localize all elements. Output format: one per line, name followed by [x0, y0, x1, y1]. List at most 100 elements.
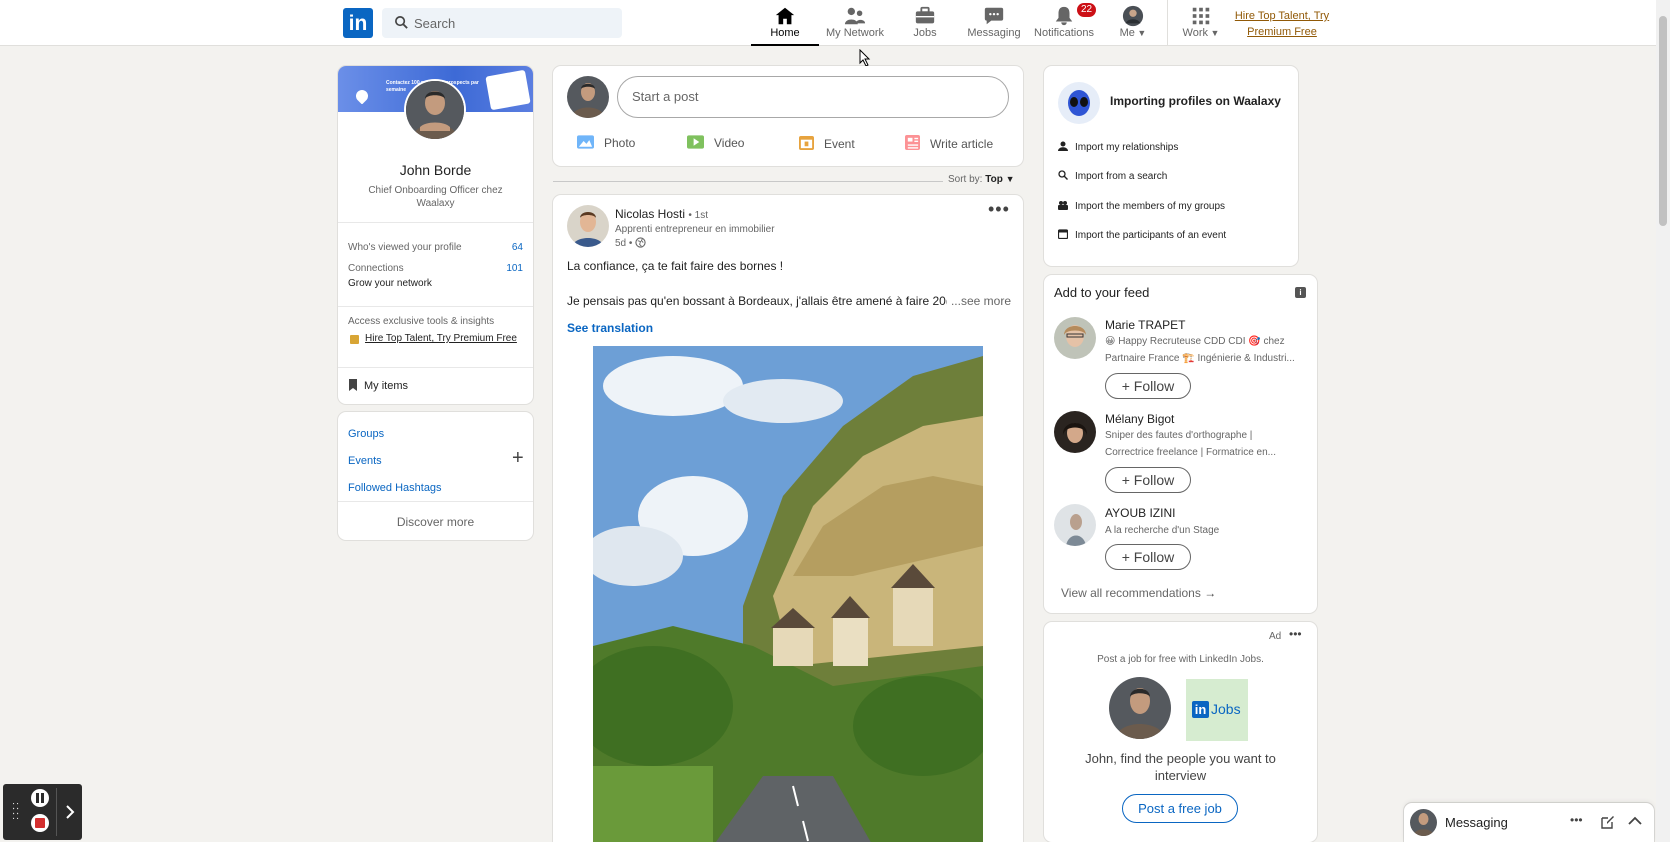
divider — [338, 222, 533, 223]
video-button[interactable]: Video — [687, 135, 744, 150]
waalaxy-import-card: Importing profiles on Waalaxy Import my … — [1044, 66, 1298, 266]
profile-views-row[interactable]: Who's viewed your profile 64 — [348, 242, 523, 253]
import-groups-label: Import the members of my groups — [1075, 201, 1226, 212]
chevron-down-icon: ▼ — [1208, 28, 1220, 38]
messaging-widget[interactable]: Messaging ••• — [1404, 803, 1654, 842]
nav-notifications[interactable]: 22 Notifications — [1032, 0, 1097, 46]
import-search-item[interactable]: Import from a search — [1058, 170, 1167, 182]
community-card: Groups Events + Followed Hashtags Discov… — [338, 412, 533, 540]
search-icon — [1058, 170, 1068, 180]
discover-more-button[interactable]: Discover more — [338, 515, 533, 529]
bell-icon — [1055, 6, 1073, 26]
nav-messaging[interactable]: Messaging — [962, 0, 1026, 46]
post-options-button[interactable]: ••• — [988, 199, 1010, 220]
grid-apps-icon — [1192, 7, 1210, 25]
suggestion-headline: Correctrice freelance | Formatrice en... — [1105, 447, 1276, 458]
profile-avatar[interactable] — [404, 79, 466, 141]
chevron-right-icon[interactable] — [65, 804, 75, 820]
nav-my-network[interactable]: My Network — [822, 0, 888, 46]
premium-promo[interactable]: Access exclusive tools & insights Hire T… — [348, 316, 523, 345]
drag-handle-icon[interactable]: :::::: — [12, 801, 20, 822]
event-button[interactable]: Event — [799, 135, 855, 151]
view-all-recommendations-link[interactable]: View all recommendations → — [1061, 586, 1216, 600]
suggestion-headline: 😀 Happy Recruteuse CDD CDI 🎯 chez — [1105, 336, 1285, 347]
search-input[interactable] — [414, 8, 614, 38]
premium-square-icon — [350, 335, 359, 344]
search-icon — [395, 16, 408, 29]
compose-icon[interactable] — [1601, 815, 1615, 829]
page-scrollbar[interactable] — [1656, 0, 1670, 842]
premium-upsell-link[interactable]: Hire Top Talent, Try Premium Free — [1230, 8, 1334, 40]
pause-button[interactable] — [31, 789, 49, 807]
post-author-headline: Apprenti entrepreneur en immobilier — [615, 224, 775, 235]
avatar[interactable] — [567, 76, 609, 118]
linkedin-jobs-logo: in Jobs — [1186, 679, 1248, 741]
chevron-up-icon[interactable] — [1628, 816, 1642, 826]
post-image[interactable] — [593, 346, 983, 842]
scrollbar-thumb[interactable] — [1659, 16, 1667, 226]
my-items-label: My items — [364, 380, 408, 392]
import-relationships-label: Import my relationships — [1075, 142, 1179, 153]
suggestion-avatar[interactable] — [1054, 317, 1096, 359]
write-article-button[interactable]: Write article — [905, 135, 993, 151]
import-relationships-item[interactable]: Import my relationships — [1058, 141, 1178, 153]
post-free-job-button[interactable]: Post a free job — [1122, 794, 1238, 823]
suggestion-headline: A la recherche d'un Stage — [1105, 525, 1220, 536]
import-event-item[interactable]: Import the participants of an event — [1057, 229, 1227, 241]
import-groups-item[interactable]: Import the members of my groups — [1058, 200, 1225, 212]
photo-label: Photo — [604, 136, 636, 150]
suggestion-avatar[interactable] — [1054, 504, 1096, 546]
groups-link[interactable]: Groups — [348, 428, 384, 440]
linkedin-logo[interactable]: in — [343, 8, 373, 38]
post-author-name[interactable]: Nicolas Hosti • 1st — [615, 207, 708, 221]
add-to-feed-title: Add to your feed — [1054, 285, 1150, 300]
divider — [338, 367, 533, 368]
nav-me[interactable]: Me ▼ — [1106, 0, 1160, 46]
see-translation-link[interactable]: See translation — [567, 321, 653, 335]
ad-card: Ad ••• Post a job for free with LinkedIn… — [1044, 622, 1317, 842]
ad-options-button[interactable]: ••• — [1289, 627, 1302, 641]
connections-count: 101 — [506, 263, 523, 274]
nav-jobs-label: Jobs — [913, 27, 937, 39]
vertical-divider — [56, 788, 57, 836]
follow-button[interactable]: + Follow — [1105, 373, 1191, 399]
search-box[interactable] — [382, 8, 622, 38]
nav-notifications-label: Notifications — [1034, 27, 1094, 39]
ad-label: Ad — [1269, 631, 1282, 642]
video-icon — [687, 135, 704, 149]
suggestion-name[interactable]: AYOUB IZINI — [1105, 506, 1175, 520]
premium-promo-link[interactable]: Hire Top Talent, Try Premium Free — [365, 332, 523, 345]
follow-button[interactable]: + Follow — [1105, 467, 1191, 493]
connections-row[interactable]: Connections 101 Grow your network — [348, 263, 523, 289]
sort-dropdown[interactable]: Sort by: Top ▼ — [948, 174, 1015, 185]
suggestion-name[interactable]: Mélany Bigot — [1105, 412, 1174, 426]
import-event-label: Import the participants of an event — [1075, 230, 1227, 241]
nav-jobs[interactable]: Jobs — [898, 0, 952, 46]
author-photo — [567, 205, 609, 247]
stop-record-button[interactable] — [31, 814, 49, 832]
info-icon[interactable]: i — [1295, 287, 1306, 298]
author-name[interactable]: Nicolas Hosti — [615, 207, 685, 221]
start-post-input[interactable]: Start a post — [617, 76, 1009, 118]
followed-hashtags-link[interactable]: Followed Hashtags — [348, 482, 442, 494]
my-items-row[interactable]: My items — [348, 379, 523, 392]
nav-work[interactable]: Work ▼ — [1176, 0, 1226, 46]
connections-label: Connections — [348, 263, 404, 274]
profile-card: Contactez 100 nouveaux prospects par sem… — [338, 66, 533, 404]
profile-name[interactable]: John Borde — [338, 162, 533, 178]
add-event-plus-icon[interactable]: + — [512, 447, 524, 470]
suggestion-avatar[interactable] — [1054, 411, 1096, 453]
events-link[interactable]: Events — [348, 455, 382, 467]
messaging-options-icon[interactable]: ••• — [1570, 813, 1583, 827]
post-text-line2: Je pensais pas qu'en bossant à Bordeaux,… — [567, 294, 1017, 308]
follow-button[interactable]: + Follow — [1105, 544, 1191, 570]
suggestion-name[interactable]: Marie TRAPET — [1105, 318, 1185, 332]
arrow-right-icon: → — [1204, 586, 1217, 600]
nav-divider — [1167, 0, 1168, 46]
see-more-link[interactable]: ...see more — [946, 294, 1011, 308]
photo-button[interactable]: Photo — [577, 135, 635, 150]
nav-home[interactable]: Home — [751, 0, 819, 46]
post-author-avatar[interactable] — [567, 205, 609, 247]
sort-label: Sort by: — [948, 174, 983, 185]
person-icon — [1058, 141, 1068, 151]
